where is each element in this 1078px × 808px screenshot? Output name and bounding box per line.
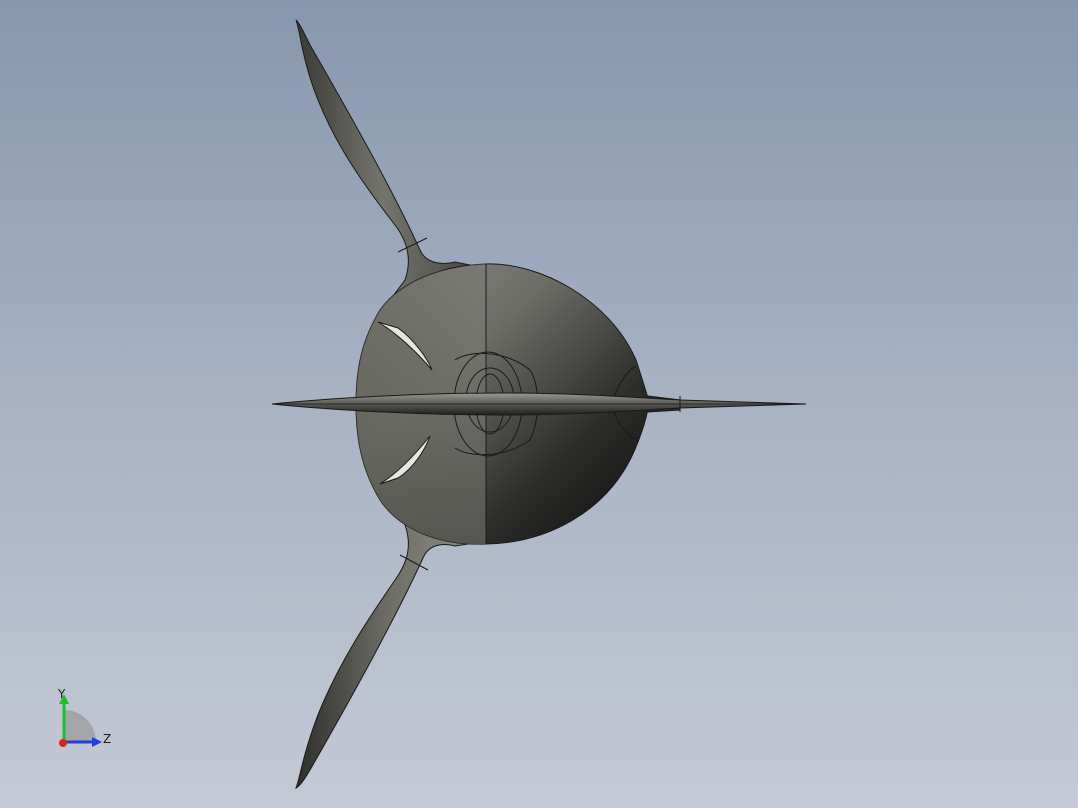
z-axis-label: Z [103, 732, 112, 746]
blade-lower [295, 499, 469, 790]
blade-upper [295, 19, 471, 301]
y-axis-label: Y [58, 687, 66, 701]
propeller-model[interactable] [0, 0, 1078, 808]
graphics-viewport[interactable]: Y Z [0, 0, 1078, 808]
view-orientation-triad: Y Z [50, 686, 122, 756]
